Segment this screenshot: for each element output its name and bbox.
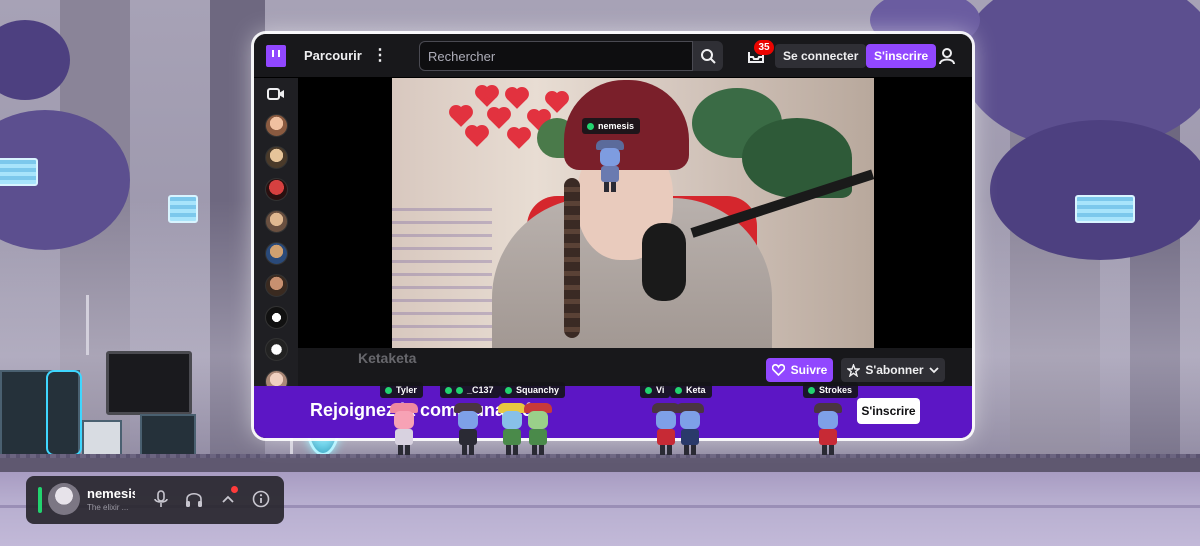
more-menu-icon[interactable]: ⋮ bbox=[372, 46, 388, 66]
heart-decoration bbox=[451, 107, 471, 127]
voice-chat-bar: nemesis The elixir ... bbox=[26, 476, 284, 524]
floating-platform bbox=[1075, 195, 1135, 223]
login-button[interactable]: Se connecter bbox=[775, 44, 867, 68]
info-icon[interactable] bbox=[252, 490, 270, 508]
subscribe-button[interactable]: S'abonner bbox=[841, 358, 945, 382]
barrel bbox=[82, 420, 122, 456]
heart-decoration bbox=[547, 93, 567, 113]
player-avatar[interactable] bbox=[390, 403, 418, 455]
heart-decoration bbox=[477, 87, 497, 107]
antenna bbox=[86, 295, 89, 355]
headphones-icon[interactable] bbox=[185, 490, 203, 508]
followed-channels-sidebar bbox=[254, 78, 298, 438]
floating-platform bbox=[168, 195, 198, 223]
subscribe-label: S'abonner bbox=[865, 363, 924, 377]
heart-decoration bbox=[509, 129, 529, 149]
channel-name[interactable]: Ketaketa bbox=[358, 350, 416, 366]
twitch-topbar: Parcourir ⋮ 35 Se connecter S'inscrire bbox=[254, 34, 972, 78]
player-name-tag: Keta bbox=[670, 382, 712, 398]
channel-avatar[interactable] bbox=[265, 242, 288, 265]
channel-avatar[interactable] bbox=[265, 210, 288, 233]
search-icon bbox=[701, 49, 716, 64]
voice-status: The elixir ... bbox=[87, 503, 129, 512]
player-avatar[interactable] bbox=[652, 403, 680, 455]
channel-avatar[interactable] bbox=[265, 146, 288, 169]
cyan-pipe bbox=[46, 370, 82, 456]
promo-signup-button[interactable]: S'inscrire bbox=[857, 398, 920, 424]
browse-link[interactable]: Parcourir bbox=[304, 48, 362, 63]
player-avatar[interactable] bbox=[676, 403, 704, 455]
machine bbox=[140, 414, 196, 456]
star-icon bbox=[847, 363, 861, 377]
player-name-tag: nemesis bbox=[582, 118, 641, 134]
channel-avatar[interactable] bbox=[265, 178, 288, 201]
follow-label: Suivre bbox=[790, 363, 828, 377]
microphone bbox=[642, 223, 686, 301]
signup-promo-banner: Rejoignez la communauté S'inscrire bbox=[254, 386, 972, 438]
online-dot bbox=[587, 122, 594, 130]
monitor bbox=[106, 351, 192, 415]
floating-platform bbox=[0, 158, 38, 186]
video-camera-icon[interactable] bbox=[267, 87, 285, 101]
heart-icon bbox=[771, 364, 785, 376]
inbox-badge: 35 bbox=[754, 40, 774, 55]
channel-avatar[interactable] bbox=[265, 338, 288, 361]
channel-avatar[interactable] bbox=[265, 306, 288, 329]
signup-button[interactable]: S'inscrire bbox=[866, 44, 937, 68]
player-name-tag: Vi bbox=[640, 382, 671, 398]
player-avatar[interactable] bbox=[814, 403, 842, 455]
heart-decoration bbox=[467, 127, 487, 147]
channel-avatar[interactable] bbox=[265, 274, 288, 297]
user-icon[interactable] bbox=[938, 47, 956, 65]
search-input[interactable] bbox=[419, 41, 693, 71]
player-name-tag: _C137 bbox=[440, 382, 500, 398]
ground bbox=[0, 458, 1200, 472]
avatar[interactable] bbox=[48, 483, 80, 515]
player-avatar[interactable] bbox=[498, 403, 526, 455]
twitch-logo-icon[interactable] bbox=[266, 45, 286, 67]
voice-level-indicator bbox=[38, 487, 42, 513]
search-button[interactable] bbox=[693, 41, 723, 71]
channel-avatar[interactable] bbox=[265, 114, 288, 137]
twitch-window[interactable]: Parcourir ⋮ 35 Se connecter S'inscrire bbox=[254, 34, 972, 438]
player-name-tag: Tyler bbox=[380, 382, 423, 398]
stream-chat-overlay bbox=[392, 198, 492, 348]
microphone-icon[interactable] bbox=[152, 490, 170, 508]
streamer-braid bbox=[564, 178, 580, 338]
player-name-tag: Strokes bbox=[803, 382, 859, 398]
tree-canopy bbox=[990, 120, 1200, 260]
voice-username: nemesis bbox=[87, 486, 135, 501]
player-name-tag: Squanchy bbox=[500, 382, 566, 398]
channel-action-bar: Ketaketa Suivre S'abonner bbox=[298, 348, 972, 386]
notification-dot bbox=[231, 486, 238, 493]
heart-decoration bbox=[489, 109, 509, 129]
player-avatar[interactable] bbox=[454, 403, 482, 455]
chevron-down-icon bbox=[928, 367, 939, 374]
follow-button[interactable]: Suivre bbox=[766, 358, 833, 382]
player-avatar[interactable] bbox=[524, 403, 552, 455]
player-avatar[interactable] bbox=[596, 140, 624, 192]
heart-decoration bbox=[507, 89, 527, 109]
